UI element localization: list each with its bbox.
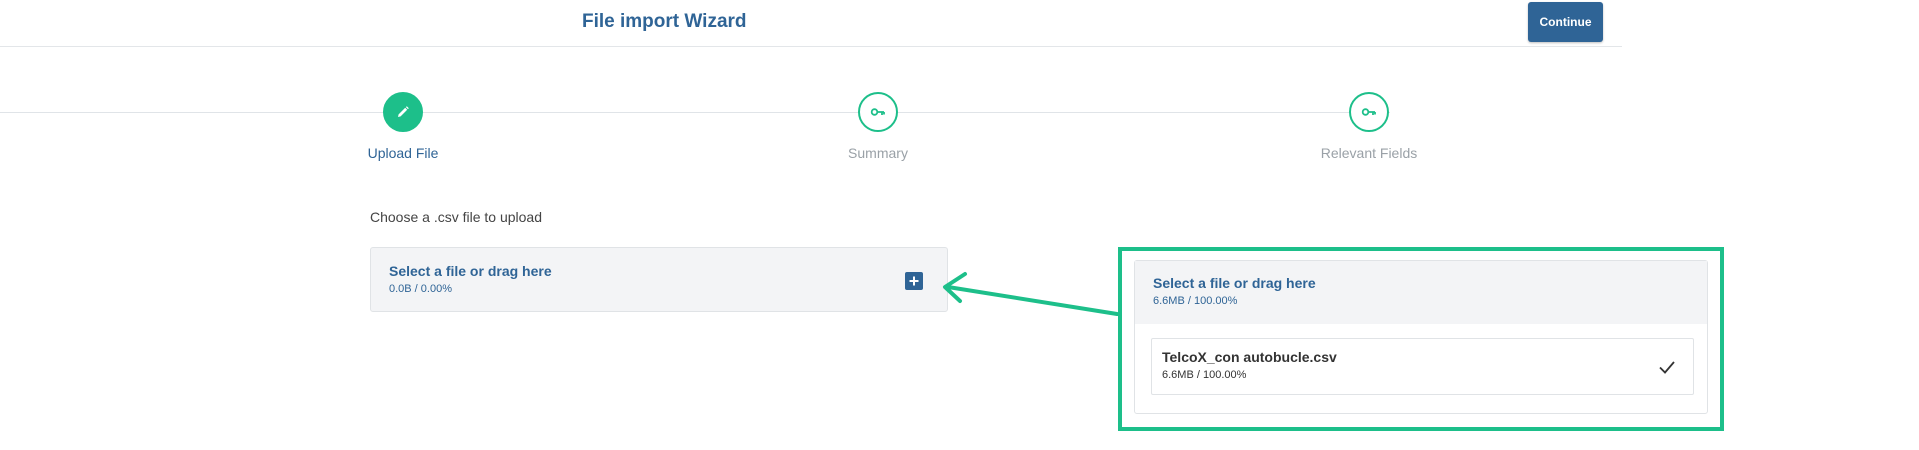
stepper-line (0, 112, 1390, 113)
callout-drop-zone[interactable]: Select a file or drag here 6.6MB / 100.0… (1134, 260, 1708, 414)
add-file-button[interactable] (905, 272, 923, 290)
key-icon (870, 108, 885, 116)
plus-icon (909, 276, 919, 286)
callout-title: Select a file or drag here (1153, 275, 1316, 291)
step-upload-circle (383, 92, 423, 132)
step-relevant-circle (1349, 92, 1389, 132)
step-label: Relevant Fields (1320, 145, 1418, 161)
file-size: 6.6MB / 100.00% (1162, 369, 1247, 381)
callout-highlight: Select a file or drag here 6.6MB / 100.0… (1118, 247, 1724, 431)
header-bar: File import Wizard Continue (0, 0, 1622, 47)
file-drop-zone[interactable]: Select a file or drag here 0.0B / 0.00% (370, 247, 948, 312)
step-label: Upload File (367, 145, 439, 161)
upload-instruction: Choose a .csv file to upload (370, 209, 542, 225)
page-title: File import Wizard (582, 11, 747, 32)
step-summary[interactable]: Summary (798, 92, 958, 161)
step-label: Summary (848, 145, 908, 161)
key-icon (1361, 108, 1376, 116)
step-upload-file[interactable]: Upload File (323, 92, 483, 161)
continue-button[interactable]: Continue (1528, 2, 1603, 42)
checkmark-icon (1659, 361, 1675, 374)
drop-zone-title: Select a file or drag here (389, 263, 552, 279)
pencil-icon (398, 106, 409, 117)
uploaded-file-item[interactable]: TelcoX_con autobucle.csv 6.6MB / 100.00% (1151, 338, 1694, 395)
drop-zone-progress: 0.0B / 0.00% (389, 283, 452, 295)
callout-progress: 6.6MB / 100.00% (1153, 295, 1238, 307)
step-relevant-fields[interactable]: Relevant Fields (1289, 92, 1449, 161)
callout-header: Select a file or drag here 6.6MB / 100.0… (1135, 261, 1707, 324)
file-import-wizard-page: File import Wizard Continue Upload File … (0, 0, 1919, 450)
file-name: TelcoX_con autobucle.csv (1162, 349, 1337, 365)
step-summary-circle (858, 92, 898, 132)
